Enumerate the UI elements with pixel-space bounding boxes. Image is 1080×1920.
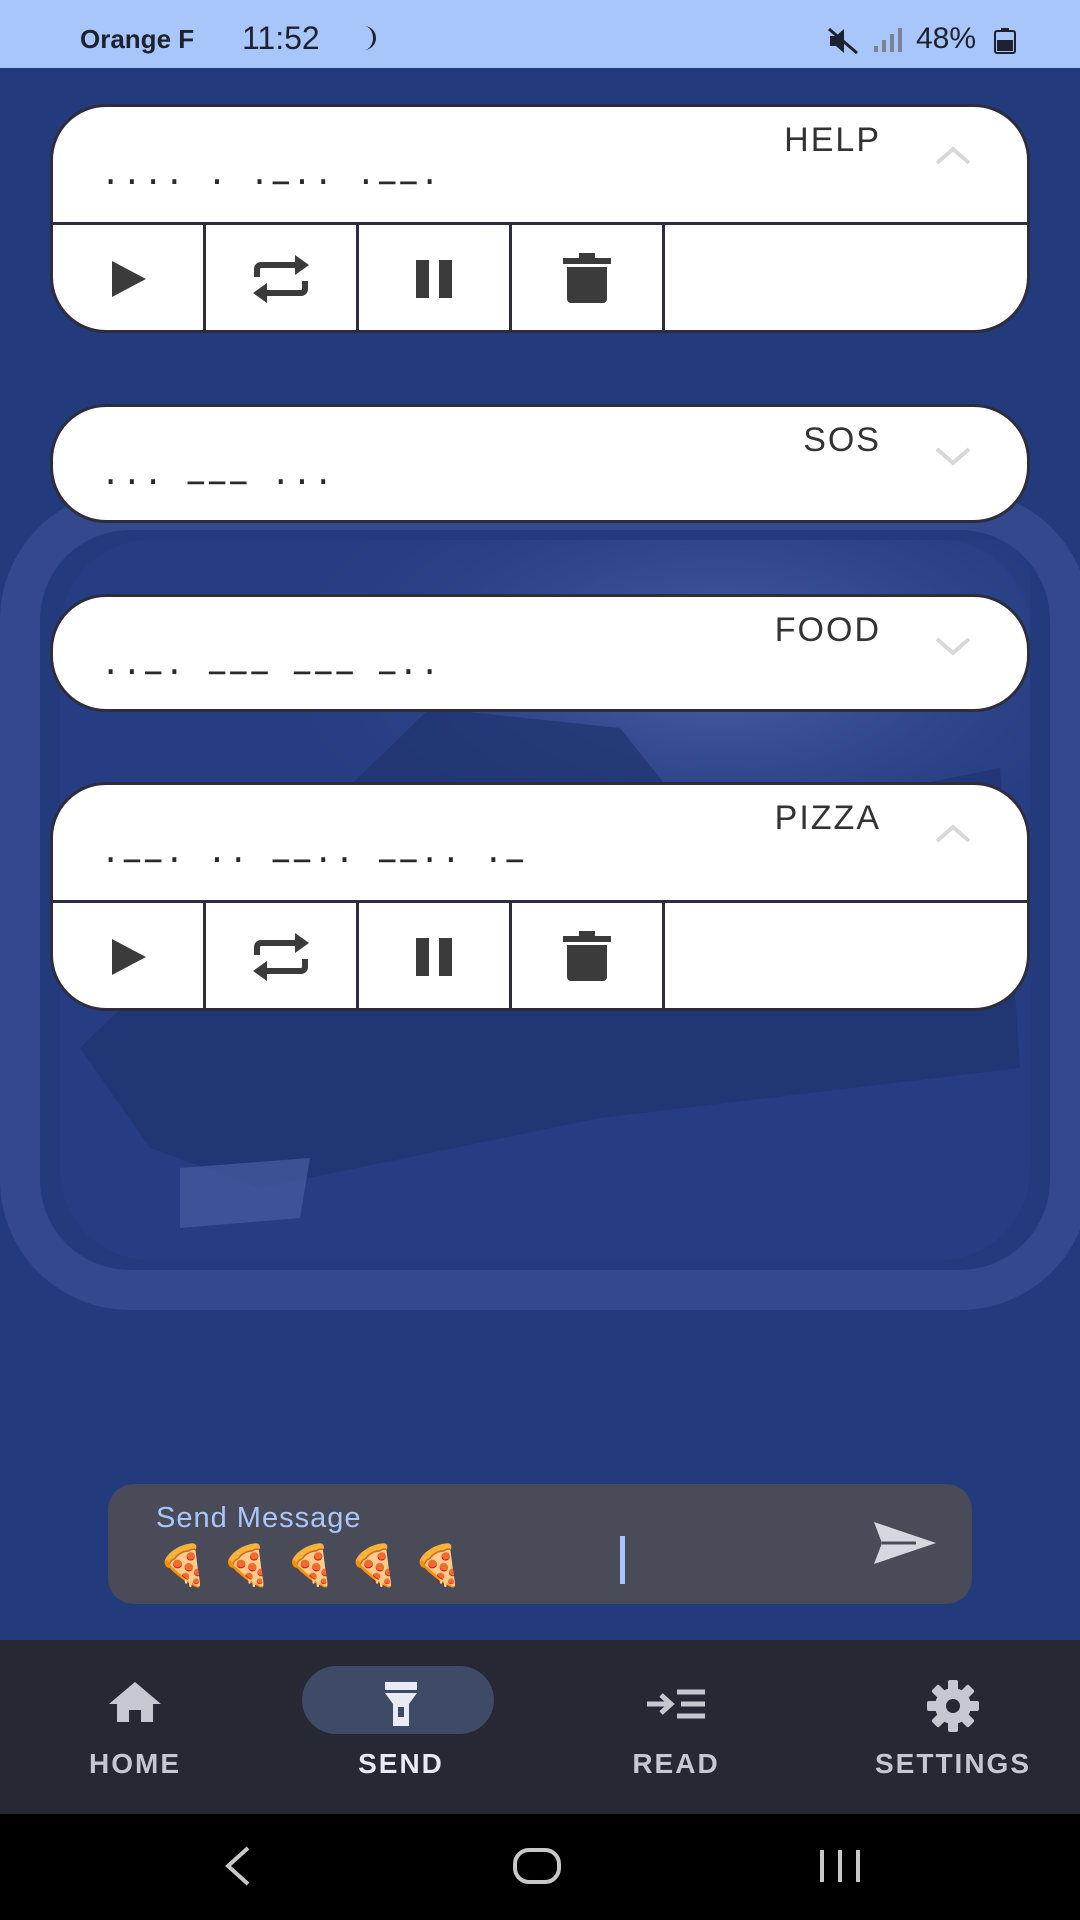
- nav-home-label: HOME: [89, 1748, 181, 1779]
- delete-icon: [563, 253, 611, 303]
- message-title: HELP: [784, 121, 881, 159]
- battery-icon: [994, 28, 1016, 59]
- nav-settings[interactable]: SETTINGS: [818, 1640, 1080, 1814]
- delete-icon: [563, 931, 611, 981]
- gear-icon: [925, 1678, 981, 1739]
- repeat-icon: [253, 255, 309, 303]
- back-icon: [225, 1846, 250, 1886]
- message-card-food[interactable]: FOOD ··−· −−− −−− −··: [50, 594, 1030, 712]
- message-card-pizza: PIZZA ·−−· ·· −−·· −−·· ·−: [50, 782, 1030, 1011]
- nav-send[interactable]: SEND: [266, 1640, 536, 1814]
- system-navigation-bar: [0, 1814, 1080, 1920]
- repeat-icon: [253, 933, 309, 981]
- send-message-field[interactable]: Send Message 🍕🍕🍕🍕🍕: [108, 1484, 972, 1604]
- message-card-sos[interactable]: SOS ··· −−− ···: [50, 404, 1030, 523]
- nav-read[interactable]: READ: [541, 1640, 811, 1814]
- back-button[interactable]: [220, 1844, 254, 1893]
- message-title: PIZZA: [774, 799, 881, 837]
- message-controls: [53, 222, 1027, 330]
- clock: 11:52: [242, 20, 320, 56]
- home-button[interactable]: [512, 1844, 562, 1893]
- message-title: SOS: [803, 421, 881, 459]
- text-caret: [620, 1536, 625, 1584]
- pause-icon: [416, 938, 452, 976]
- chevron-up-icon[interactable]: [933, 143, 973, 172]
- play-icon: [112, 261, 146, 297]
- chevron-down-icon[interactable]: [933, 635, 973, 664]
- nav-read-label: READ: [632, 1748, 720, 1779]
- play-icon: [112, 939, 146, 975]
- play-button[interactable]: [53, 225, 206, 330]
- read-icon: [645, 1688, 707, 1725]
- recents-button[interactable]: [816, 1844, 864, 1893]
- nav-settings-label: SETTINGS: [874, 1748, 1031, 1779]
- delete-button[interactable]: [512, 903, 665, 1008]
- message-morse: ···· · ·−·· ·−−·: [101, 163, 442, 201]
- play-button[interactable]: [53, 903, 206, 1008]
- send-message-input[interactable]: 🍕🍕🍕🍕🍕: [158, 1542, 477, 1589]
- message-morse: ··· −−− ···: [101, 463, 335, 501]
- message-card-help: HELP ···· · ·−·· ·−−·: [50, 104, 1030, 333]
- pause-button[interactable]: [359, 225, 512, 330]
- chevron-down-icon[interactable]: [933, 445, 973, 474]
- home-circle-icon: [513, 1848, 561, 1884]
- repeat-button[interactable]: [206, 903, 359, 1008]
- pause-icon: [416, 260, 452, 298]
- send-button[interactable]: [872, 1520, 938, 1571]
- chevron-up-icon[interactable]: [933, 821, 973, 850]
- message-controls: [53, 900, 1027, 1008]
- moon-icon: [356, 24, 382, 57]
- mute-icon: [826, 26, 860, 61]
- home-icon: [105, 1680, 165, 1729]
- recents-icon: [820, 1850, 860, 1882]
- send-icon: [874, 1522, 936, 1564]
- message-morse: ··−· −−− −−− −··: [101, 653, 442, 691]
- flashlight-icon: [383, 1682, 419, 1731]
- battery-percent: 48%: [916, 22, 977, 55]
- send-message-label: Send Message: [156, 1502, 362, 1534]
- repeat-button[interactable]: [206, 225, 359, 330]
- signal-icon: [872, 28, 906, 59]
- pause-button[interactable]: [359, 903, 512, 1008]
- message-title: FOOD: [774, 611, 881, 649]
- nav-send-label: SEND: [358, 1748, 444, 1779]
- delete-button[interactable]: [512, 225, 665, 330]
- bottom-navigation: HOME SEND READ SETTINGS: [0, 1640, 1080, 1814]
- nav-home[interactable]: HOME: [0, 1640, 270, 1814]
- message-morse: ·−−· ·· −−·· −−·· ·−: [101, 841, 527, 879]
- carrier-name: Orange F: [80, 24, 195, 54]
- status-bar: Orange F 11:52 48%: [0, 0, 1080, 68]
